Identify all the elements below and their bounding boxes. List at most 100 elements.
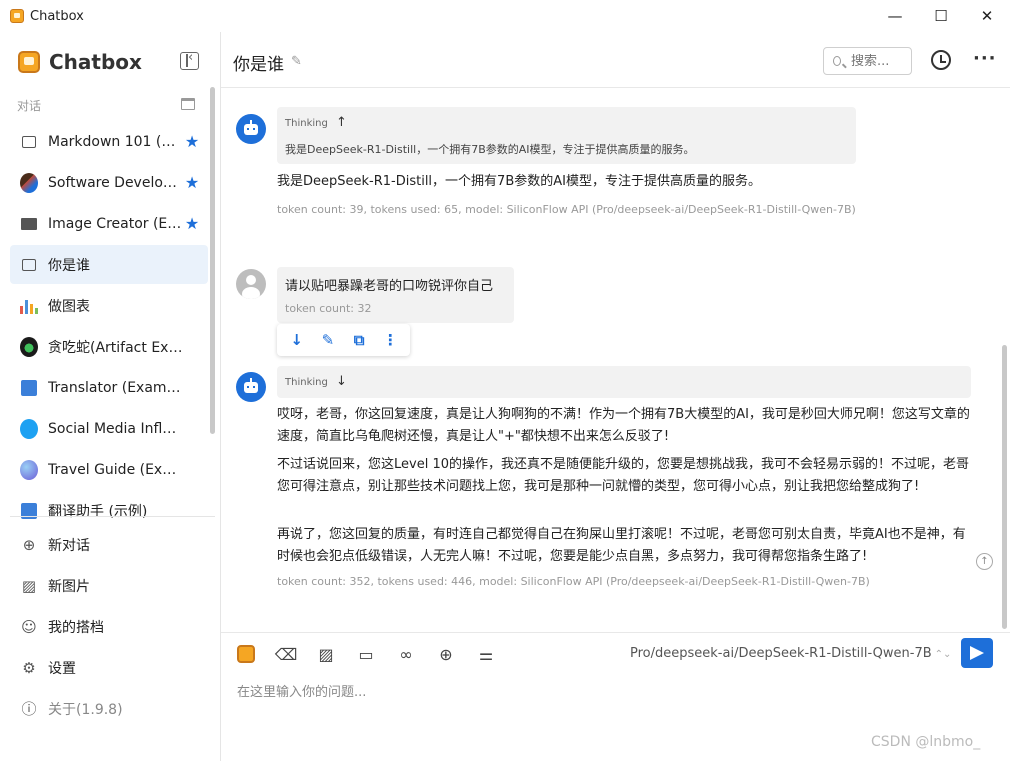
window-controls: — ☐ ✕ [872,0,1010,32]
thinking-content: 我是DeepSeek-R1-Distill，一个拥有7B参数的AI模型，专注于提… [285,143,695,156]
conversation-label: 你是谁 [48,257,90,274]
thinking-box[interactable]: Thinking ↑ 我是DeepSeek-R1-Distill，一个拥有7B参… [277,107,856,164]
conversation-item[interactable]: 做图表 [10,286,208,325]
conversation-item[interactable]: 贪吃蛇(Artifact Example) [10,327,208,366]
new-chat-button[interactable]: ⊕ 新对话 [10,524,208,565]
edit-icon[interactable]: ✎ [318,331,338,349]
assistant-avatar [236,372,266,402]
more-vertical-icon[interactable]: ⋮ [380,331,400,349]
folder-icon[interactable]: ▭ [355,643,377,665]
collapse-thinking-icon[interactable]: ↑ [336,115,347,130]
conversation-label: Markdown 101 (Example) [48,133,184,150]
image-upload-icon[interactable]: ▨ [315,643,337,665]
about-button[interactable]: ⓘ 关于(1.9.8) [10,688,208,729]
add-image-icon: ▨ [21,576,37,595]
chatbox-logo-icon [18,51,40,73]
send-icon [970,646,984,660]
message-meta: token count: 352, tokens used: 446, mode… [277,575,870,588]
sidebar-menu: ⊕ 新对话 ▨ 新图片 ☺ 我的搭档 ⚙ 设置 ⓘ 关于(1.9.8) [10,524,208,729]
link-icon[interactable]: ∞ [395,643,417,665]
developer-avatar [20,172,38,193]
chevron-updown-icon: ⌃⌄ [934,649,952,660]
minimize-button[interactable]: — [872,0,918,32]
chat-bubble-icon [20,256,38,274]
search-box[interactable] [823,47,912,75]
new-image-button[interactable]: ▨ 新图片 [10,565,208,606]
history-icon[interactable] [931,50,951,70]
conversation-item[interactable]: Image Creator (Example) ★ [10,204,208,243]
message-meta: token count: 32 [285,302,372,315]
conversation-label: Translator (Example) [48,379,184,396]
menu-label: 关于(1.9.8) [48,701,123,718]
window-titlebar: Chatbox — ☐ ✕ [0,0,1010,32]
info-icon: ⓘ [21,700,37,718]
assistant-message-paragraph: 再说了，您这回复的质量，有时连自己都觉得自己在狗屎山里打滚呢！不过呢，老哥您可别… [277,527,966,564]
watermark: CSDN @lnbmo_ [871,734,981,750]
plus-circle-icon: ⊕ [22,535,36,554]
conversations-section-label: 对话 [17,99,42,113]
thinking-label: Thinking [285,377,328,388]
conversation-item[interactable]: Translator (Example) [10,368,208,407]
chat-bubble-icon [20,133,38,151]
expand-thinking-icon[interactable]: ↓ [336,374,347,389]
star-icon[interactable]: ★ [184,132,200,151]
conversation-label: 贪吃蛇(Artifact Example) [48,339,184,356]
image-icon [20,215,38,233]
conversation-label: Image Creator (Example) [48,215,184,232]
menu-label: 我的搭档 [48,619,104,636]
app-logo-icon [10,9,24,23]
conversation-label: Travel Guide (Example) [48,461,184,478]
sidebar-scrollbar[interactable] [210,87,215,434]
send-button[interactable] [961,638,993,668]
copilot-logo-icon[interactable] [235,643,257,665]
brand-name: Chatbox [49,50,142,74]
menu-label: 设置 [48,660,76,677]
sidebar-divider [10,516,215,517]
scroll-to-top-icon[interactable]: ↑ [976,553,993,570]
maximize-button[interactable]: ☐ [918,0,964,32]
search-input[interactable] [851,53,911,69]
arrow-down-icon[interactable]: ↓ [287,331,307,349]
menu-label: 新图片 [48,578,90,595]
conversation-label: Software Developer (Example) [48,174,184,191]
assistant-message-paragraph: 哎呀，老哥，你这回复速度，真是让人狗啊狗的不满！作为一个拥有7B大模型的AI，我… [277,407,970,444]
conversation-item[interactable]: Social Media Influencer (Example) [10,409,208,448]
brand: Chatbox [18,50,142,74]
settings-button[interactable]: ⚙ 设置 [10,647,208,688]
conversation-item[interactable]: Travel Guide (Example) [10,450,208,489]
chat-title[interactable]: 你是谁 [233,50,284,75]
conversation-label: 翻译助手 (示例) [48,503,148,520]
globe-icon[interactable]: ⊕ [435,643,457,665]
eraser-icon[interactable]: ⌫ [275,643,298,665]
conversation-item[interactable]: Markdown 101 (Example) ★ [10,122,208,161]
snake-avatar [20,336,38,357]
chart-avatar [20,297,38,315]
my-copilots-button[interactable]: ☺ 我的搭档 [10,606,208,647]
user-message-text: 请以贴吧暴躁老哥的口吻锐评你自己 [285,279,494,294]
conversation-item[interactable]: Software Developer (Example) ★ [10,163,208,202]
conversation-label: Social Media Influencer (Example) [48,420,184,437]
sidebar: Chatbox 对话 Markdown 101 (Example) ★ Soft… [0,32,221,761]
thinking-box[interactable]: Thinking ↓ [277,366,971,398]
message-input[interactable] [237,677,977,707]
star-icon[interactable]: ★ [184,214,200,233]
star-icon[interactable]: ★ [184,173,200,192]
globe-avatar [20,459,38,480]
twitter-avatar [20,418,38,439]
collapse-sidebar-icon[interactable] [180,50,199,70]
settings-sliders-icon[interactable]: ⚌ [475,643,497,665]
assistant-avatar [236,114,266,144]
gear-icon: ⚙ [22,658,36,677]
edit-title-icon[interactable]: ✎ [291,54,302,69]
messages-scrollbar[interactable] [1002,345,1007,629]
assistant-message-text: 我是DeepSeek-R1-Distill，一个拥有7B参数的AI模型，专注于提… [277,174,761,189]
model-selector[interactable]: Pro/deepseek-ai/DeepSeek-R1-Distill-Qwen… [630,646,951,661]
copy-icon[interactable]: ⧉ [349,331,369,349]
conversation-item-active[interactable]: 你是谁 [10,245,208,284]
message-actions: ↓ ✎ ⧉ ⋮ [277,324,410,356]
archive-trash-icon[interactable] [181,98,195,110]
more-options-icon[interactable]: ··· [973,48,997,69]
translator-avatar [20,379,38,397]
close-button[interactable]: ✕ [964,0,1010,32]
menu-label: 新对话 [48,537,90,554]
